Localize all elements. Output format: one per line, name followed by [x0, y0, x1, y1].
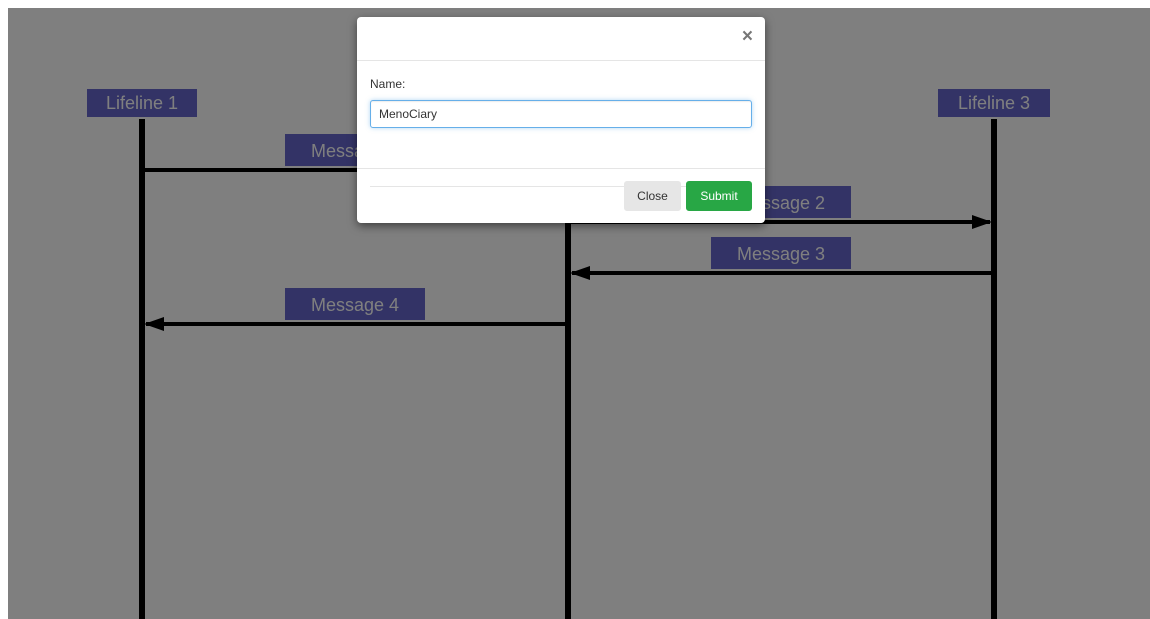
name-dialog: × Name: Close Submit	[357, 17, 765, 223]
dialog-header: ×	[357, 17, 765, 61]
submit-button[interactable]: Submit	[686, 181, 752, 211]
close-icon[interactable]: ×	[742, 27, 753, 47]
dialog-body: Name:	[357, 61, 765, 187]
name-label: Name:	[370, 77, 406, 91]
close-button[interactable]: Close	[624, 181, 681, 211]
name-input[interactable]	[370, 100, 752, 128]
dialog-footer: Close Submit	[357, 168, 765, 223]
